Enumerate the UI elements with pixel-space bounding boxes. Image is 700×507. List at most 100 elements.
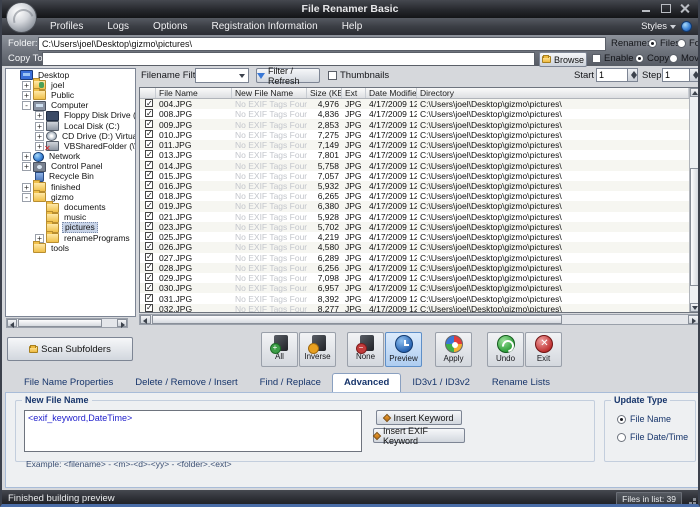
tree-expander[interactable]: + [35,122,44,131]
styles-dropdown[interactable]: Styles [641,21,676,32]
tree-item[interactable]: + finished [6,182,135,192]
table-row[interactable]: 016.JPG No EXIF Tags Found 5,932 JPG 4/1… [140,181,689,191]
header-file-name[interactable]: File Name [156,88,232,98]
table-horizontal-scrollbar[interactable] [139,314,700,325]
row-checkbox[interactable] [145,201,153,209]
header-ext[interactable]: Ext [342,88,366,98]
action-button[interactable]: Undo [487,332,524,367]
table-row[interactable]: 015.JPG No EXIF Tags Found 7,057 JPG 4/1… [140,171,689,181]
action-button[interactable]: Apply [435,332,472,367]
help-globe-icon[interactable] [681,21,692,32]
table-row[interactable]: 010.JPG No EXIF Tags Found 7,275 JPG 4/1… [140,130,689,140]
table-row[interactable]: 029.JPG No EXIF Tags Found 7,098 JPG 4/1… [140,273,689,283]
tree-item[interactable]: Recycle Bin [6,172,135,182]
tree-item[interactable]: Desktop [6,70,135,80]
insert-exif-keyword-button[interactable]: Insert EXIF Keyword [373,428,465,443]
table-row[interactable]: 018.JPG No EXIF Tags Found 6,265 JPG 4/1… [140,191,689,201]
new-file-name-input[interactable]: <exif_keyword,DateTime> [24,410,362,452]
table-row[interactable]: 030.JPG No EXIF Tags Found 6,957 JPG 4/1… [140,283,689,293]
menu-item[interactable]: Help [330,18,375,35]
menu-item[interactable]: Options [141,18,199,35]
table-row[interactable]: 023.JPG No EXIF Tags Found 5,702 JPG 4/1… [140,222,689,232]
thumbnails-checkbox[interactable]: Thumbnails [328,70,389,81]
header-date-modified[interactable]: Date Modified [366,88,417,98]
scroll-right-icon[interactable] [688,315,699,324]
scroll-right-icon[interactable] [117,319,127,327]
tree-expander[interactable]: + [22,162,31,171]
tab[interactable]: Delete / Remove / Insert [124,374,248,392]
header-new-file-name[interactable]: New File Name [232,88,307,98]
row-checkbox[interactable] [145,171,153,179]
header-directory[interactable]: Directory [417,88,689,98]
start-spinner[interactable] [627,68,638,82]
menu-item[interactable]: Profiles [38,18,95,35]
tree-expander[interactable]: - [22,101,31,110]
tree-item[interactable]: + Floppy Disk Drive (A:) [6,111,135,121]
tree-item[interactable]: + CD Drive (D:) VirtualBox Guest [6,131,135,141]
header-size[interactable]: Size (KB) [307,88,342,98]
filter-refresh-button[interactable]: Filter / Refresh [256,68,320,83]
row-checkbox[interactable] [145,273,153,281]
table-vertical-scrollbar[interactable] [689,88,699,312]
insert-keyword-button[interactable]: Insert Keyword [376,410,462,425]
action-button[interactable]: Inverse [299,332,336,367]
move-radio[interactable]: Move [669,53,700,64]
table-row[interactable]: 011.JPG No EXIF Tags Found 7,149 JPG 4/1… [140,140,689,150]
tree-item[interactable]: - gizmo [6,192,135,202]
tree-item[interactable]: - Computer [6,101,135,111]
file-datetime-radio[interactable]: File Date/Time [617,432,688,442]
row-checkbox[interactable] [145,140,153,148]
scroll-down-icon[interactable] [690,303,699,312]
tree-expander[interactable]: + [35,132,44,141]
tree-item[interactable]: + Control Panel [6,162,135,172]
row-checkbox[interactable] [145,181,153,189]
row-checkbox[interactable] [145,253,153,261]
tab[interactable]: Advanced [332,373,401,393]
table-row[interactable]: 021.JPG No EXIF Tags Found 5,928 JPG 4/1… [140,212,689,222]
tree-item[interactable]: + Public [6,90,135,100]
row-checkbox[interactable] [145,232,153,240]
table-row[interactable]: 031.JPG No EXIF Tags Found 8,392 JPG 4/1… [140,293,689,303]
table-row[interactable]: 013.JPG No EXIF Tags Found 7,801 JPG 4/1… [140,150,689,160]
rename-files-radio[interactable]: Files [648,38,680,49]
table-row[interactable]: 027.JPG No EXIF Tags Found 6,289 JPG 4/1… [140,253,689,263]
tree-item[interactable]: + renamePrograms [6,233,135,243]
tree-item[interactable]: + Local Disk (C:) [6,121,135,131]
tree-expander[interactable]: + [35,111,44,120]
scroll-left-icon[interactable] [7,319,17,327]
tree-expander[interactable]: + [22,152,31,161]
table-row[interactable]: 004.JPG No EXIF Tags Found 4,976 JPG 4/1… [140,99,689,109]
table-row[interactable]: 014.JPG No EXIF Tags Found 5,758 JPG 4/1… [140,160,689,170]
title-bar[interactable]: File Renamer Basic [2,0,698,18]
tree-item[interactable]: + Network [6,152,135,162]
scroll-left-icon[interactable] [140,315,151,324]
row-checkbox[interactable] [145,294,153,302]
table-row[interactable]: 008.JPG No EXIF Tags Found 4,836 JPG 4/1… [140,109,689,119]
copy-radio[interactable]: Copy [635,53,669,64]
scroll-thumb[interactable] [690,168,699,286]
scroll-thumb[interactable] [18,319,102,327]
table-row[interactable]: 009.JPG No EXIF Tags Found 2,853 JPG 4/1… [140,119,689,129]
folder-path-input[interactable]: C:\Users\joel\Desktop\gizmo\pictures\ [38,37,606,51]
row-checkbox[interactable] [145,283,153,291]
row-checkbox[interactable] [145,109,153,117]
menu-item[interactable]: Registration Information [200,18,330,35]
tree-horizontal-scrollbar[interactable] [6,318,128,328]
rename-folders-radio[interactable]: Folders [677,38,700,49]
action-button[interactable]: Preview [385,332,422,367]
scroll-thumb[interactable] [152,315,562,324]
start-input[interactable]: 1 [596,68,628,82]
row-checkbox[interactable] [145,304,153,312]
maximize-icon[interactable] [660,3,671,14]
row-checkbox[interactable] [145,99,153,107]
tree-item[interactable]: tools [6,243,135,253]
row-checkbox[interactable] [145,161,153,169]
table-row[interactable]: 019.JPG No EXIF Tags Found 6,380 JPG 4/1… [140,201,689,211]
minimize-icon[interactable] [641,3,652,14]
tree-item[interactable]: documents [6,202,135,212]
tab[interactable]: ID3v1 / ID3v2 [401,374,481,392]
filename-filter-combobox[interactable] [195,68,249,83]
resize-grip-icon[interactable] [693,502,696,505]
table-row[interactable]: 025.JPG No EXIF Tags Found 4,219 JPG 4/1… [140,232,689,242]
enable-checkbox[interactable]: Enable [592,53,634,64]
